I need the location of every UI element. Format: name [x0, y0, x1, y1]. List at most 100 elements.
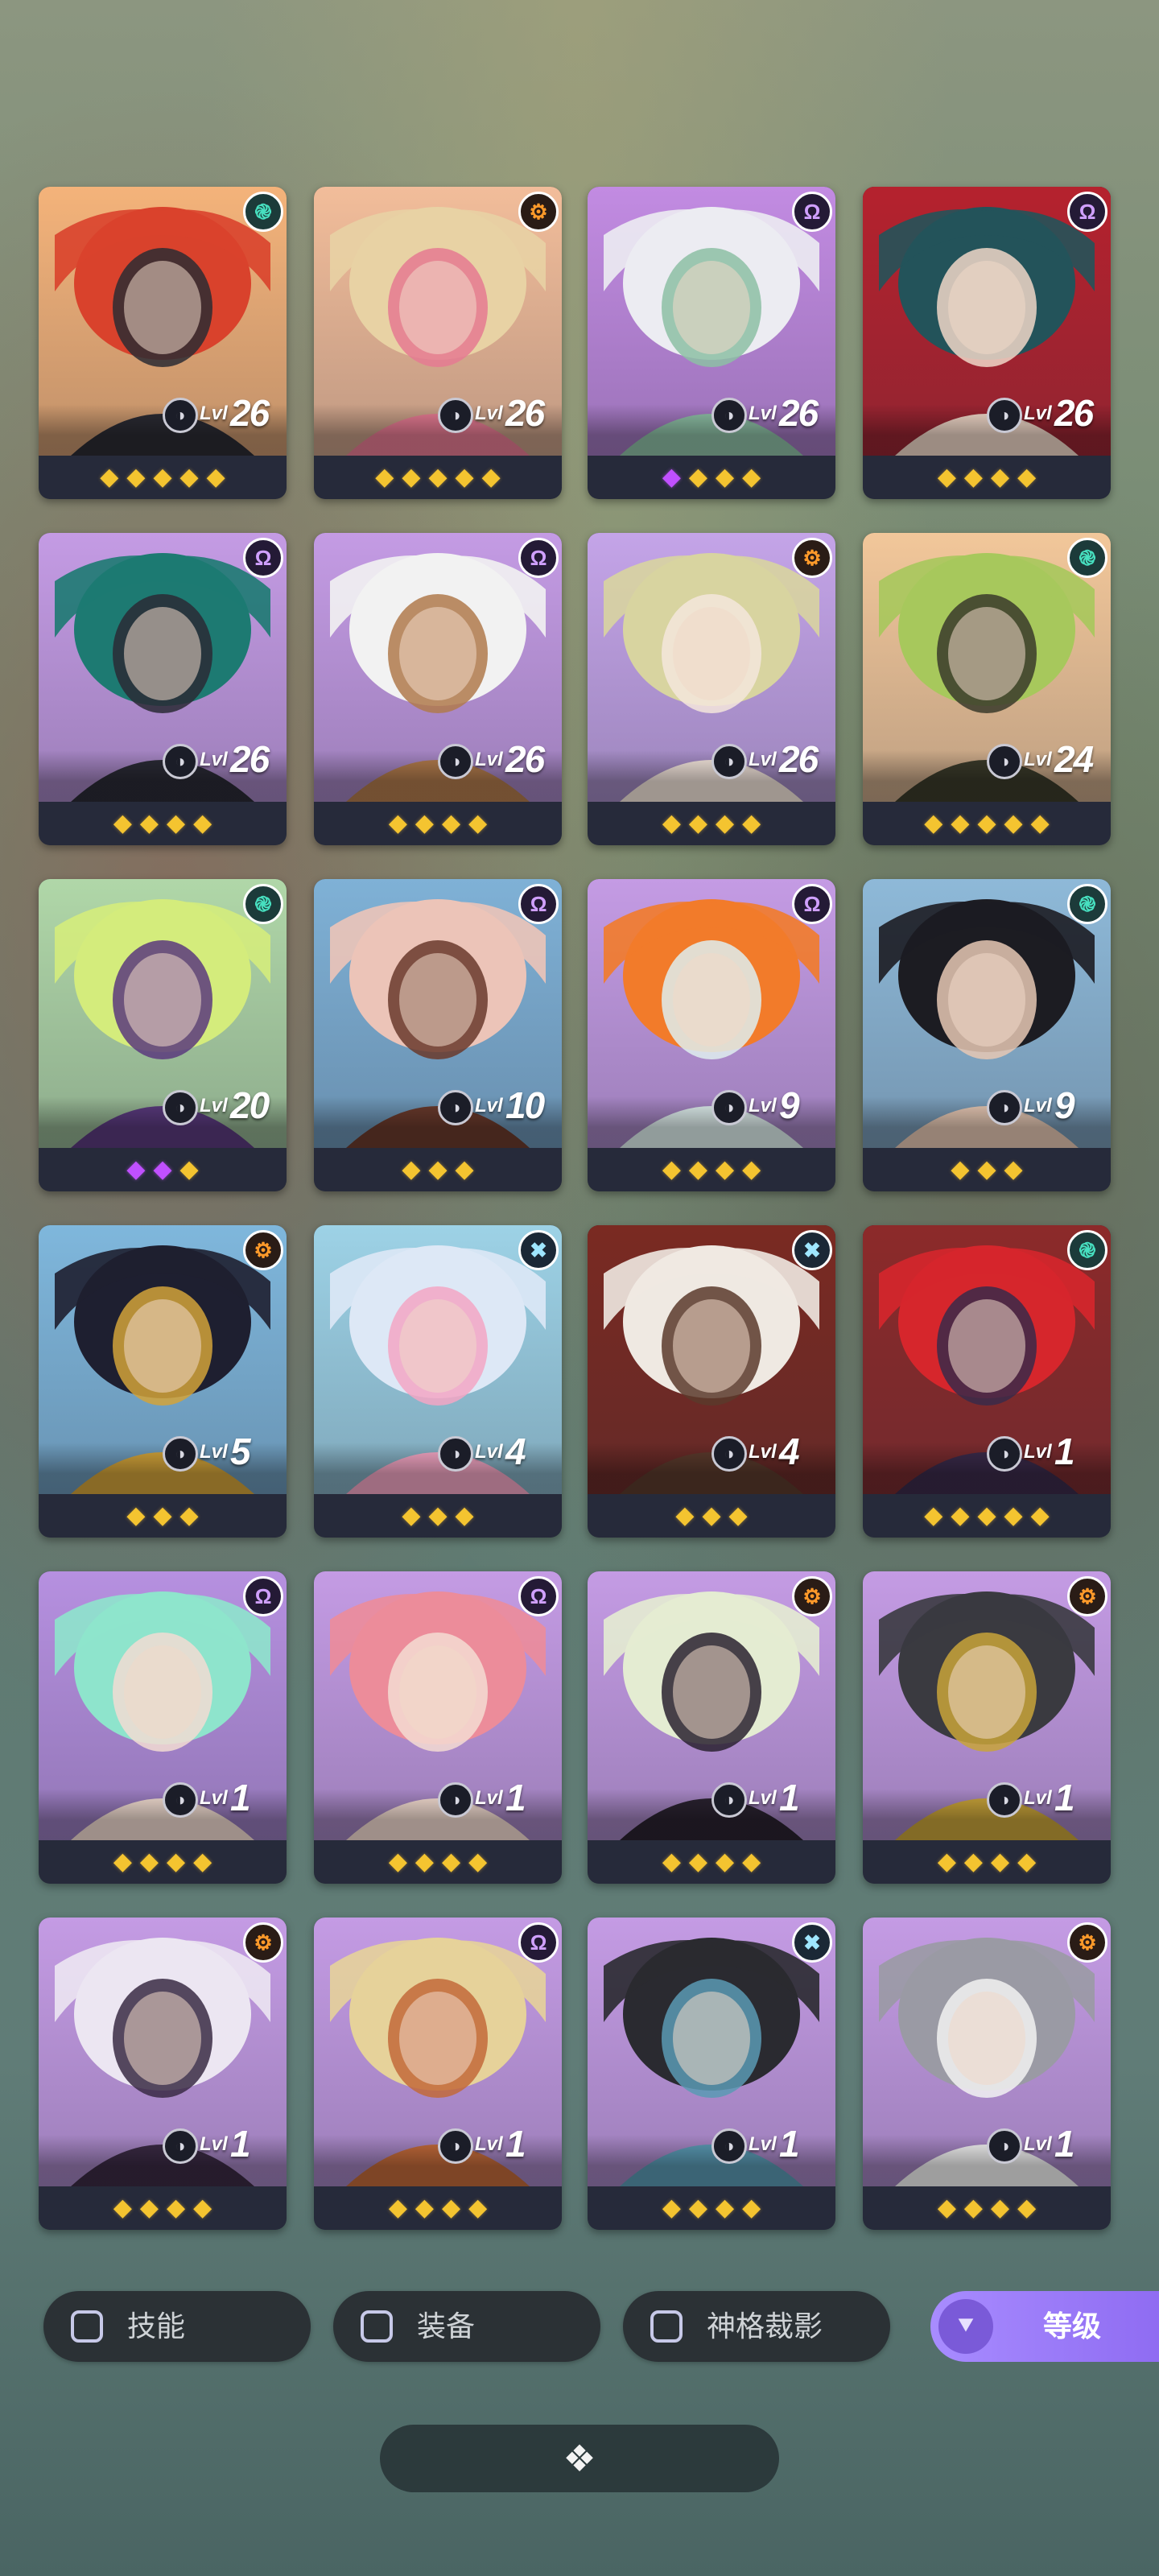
hero-card[interactable]: Ω ◑ Lvl 9 ◆ ◆ ◆ ◆: [588, 879, 835, 1191]
hero-card[interactable]: ✖ ◑ Lvl 4 ◆ ◆ ◆: [314, 1225, 562, 1538]
star-rating: ◆ ◆ ◆ ◆: [588, 1148, 835, 1191]
level-label: Lvl: [475, 1787, 503, 1809]
gold-gem-icon: ◆: [442, 810, 461, 836]
skill-slot-icon: ◑: [987, 2128, 1022, 2164]
omega-icon: Ω: [792, 884, 832, 924]
filter-skill-label: 技能: [127, 2310, 186, 2343]
gold-gem-icon: ◆: [977, 1502, 996, 1529]
star-rating: ◆ ◆ ◆ ◆: [588, 1840, 835, 1884]
skill-slot-icon: ◑: [163, 1782, 198, 1818]
hero-card[interactable]: Ω ◑ Lvl 1 ◆ ◆ ◆ ◆: [314, 1571, 562, 1884]
hero-card[interactable]: ֎ ◑ Lvl 26 ◆ ◆ ◆ ◆ ◆: [39, 187, 287, 499]
gold-gem-icon: ◆: [153, 1502, 172, 1529]
skill-slot-icon: ◑: [711, 1436, 747, 1472]
sort-by-level-button[interactable]: ⯆ 等级: [930, 2291, 1159, 2362]
gold-gem-icon: ◆: [991, 1848, 1010, 1875]
level-value: 9: [1054, 1084, 1075, 1126]
skill-slot-icon: ◑: [163, 398, 198, 433]
level-value: 1: [779, 1777, 800, 1818]
hero-card[interactable]: Ω ◑ Lvl 1 ◆ ◆ ◆ ◆: [314, 1918, 562, 2230]
checkbox-icon[interactable]: [650, 2310, 683, 2343]
filter-equipment[interactable]: 装备: [333, 2291, 600, 2362]
gold-gem-icon: ◆: [1030, 810, 1050, 836]
hero-card[interactable]: ֎ ◑ Lvl 24 ◆ ◆ ◆ ◆ ◆: [863, 533, 1111, 845]
hero-card[interactable]: Ω ◑ Lvl 1 ◆ ◆ ◆ ◆: [39, 1571, 287, 1884]
star-rating: ◆ ◆ ◆ ◆ ◆: [39, 456, 287, 499]
gold-gem-icon: ◆: [415, 810, 434, 836]
double-chevron-down-icon: ⯆: [938, 2299, 993, 2354]
gold-gem-icon: ◆: [688, 464, 707, 490]
gold-gem-icon: ◆: [977, 1156, 996, 1183]
level-value: 26: [505, 392, 545, 434]
gold-gem-icon: ◆: [937, 1848, 956, 1875]
gold-gem-icon: ◆: [442, 2194, 461, 2221]
star-rating: ◆ ◆ ◆: [863, 1148, 1111, 1191]
checkbox-icon[interactable]: [71, 2310, 103, 2343]
collapse-bar[interactable]: ❖: [380, 2425, 779, 2492]
level-label: Lvl: [749, 402, 777, 424]
star-rating: ◆ ◆ ◆ ◆: [863, 1840, 1111, 1884]
hero-card[interactable]: Ω ◑ Lvl 26 ◆ ◆ ◆ ◆: [863, 187, 1111, 499]
hero-card[interactable]: ֎ ◑ Lvl 9 ◆ ◆ ◆: [863, 879, 1111, 1191]
gold-gem-icon: ◆: [742, 810, 761, 836]
gold-gem-icon: ◆: [388, 810, 407, 836]
filter-divinity-label: 神格裁影: [707, 2310, 823, 2343]
hero-card[interactable]: ⚙ ◑ Lvl 26 ◆ ◆ ◆ ◆ ◆: [314, 187, 562, 499]
filter-skill[interactable]: 技能: [43, 2291, 311, 2362]
gold-gem-icon: ◆: [193, 810, 212, 836]
level-value: 1: [230, 2123, 251, 2165]
hero-card[interactable]: ✖ ◑ Lvl 4 ◆ ◆ ◆: [588, 1225, 835, 1538]
omega-icon: Ω: [518, 1922, 559, 1963]
hero-card[interactable]: ⚙ ◑ Lvl 1 ◆ ◆ ◆ ◆: [588, 1571, 835, 1884]
skill-slot-icon: ◑: [163, 744, 198, 779]
gold-gem-icon: ◆: [375, 464, 394, 490]
hero-card[interactable]: ⚙ ◑ Lvl 1 ◆ ◆ ◆ ◆: [863, 1571, 1111, 1884]
purple-gem-icon: ◆: [126, 1156, 146, 1183]
hero-card[interactable]: ֎ ◑ Lvl 20 ◆ ◆ ◆: [39, 879, 287, 1191]
star-rating: ◆ ◆ ◆ ◆: [39, 802, 287, 845]
gold-gem-icon: ◆: [951, 1156, 970, 1183]
level-label: Lvl: [200, 2133, 228, 2155]
level-label: Lvl: [200, 402, 228, 424]
skill-slot-icon: ◑: [987, 1090, 1022, 1125]
level-value: 10: [505, 1084, 545, 1126]
gold-gem-icon: ◆: [179, 1156, 199, 1183]
hero-card[interactable]: ⚙ ◑ Lvl 1 ◆ ◆ ◆ ◆: [863, 1918, 1111, 2230]
hero-card[interactable]: Ω ◑ Lvl 10 ◆ ◆ ◆: [314, 879, 562, 1191]
skill-slot-icon: ◑: [987, 398, 1022, 433]
hero-card[interactable]: Ω ◑ Lvl 26 ◆ ◆ ◆ ◆: [314, 533, 562, 845]
filter-divinity[interactable]: 神格裁影: [623, 2291, 890, 2362]
level-label: Lvl: [475, 1095, 503, 1117]
gold-gem-icon: ◆: [688, 1156, 707, 1183]
gold-gem-icon: ◆: [455, 1156, 474, 1183]
gold-gem-icon: ◆: [662, 1848, 681, 1875]
hero-card[interactable]: Ω ◑ Lvl 26 ◆ ◆ ◆ ◆: [39, 533, 287, 845]
gold-gem-icon: ◆: [428, 464, 448, 490]
star-rating: ◆ ◆ ◆ ◆ ◆: [314, 456, 562, 499]
hero-card[interactable]: ⚙ ◑ Lvl 26 ◆ ◆ ◆ ◆: [588, 533, 835, 845]
hero-card[interactable]: ֎ ◑ Lvl 1 ◆ ◆ ◆ ◆ ◆: [863, 1225, 1111, 1538]
filter-equipment-label: 装备: [417, 2310, 476, 2343]
skill-slot-icon: ◑: [711, 2128, 747, 2164]
gold-gem-icon: ◆: [728, 1502, 748, 1529]
level-value: 1: [1054, 1430, 1075, 1472]
hero-card[interactable]: ✖ ◑ Lvl 1 ◆ ◆ ◆ ◆: [588, 1918, 835, 2230]
gold-gem-icon: ◆: [742, 2194, 761, 2221]
hero-card[interactable]: ⚙ ◑ Lvl 1 ◆ ◆ ◆ ◆: [39, 1918, 287, 2230]
gold-gem-icon: ◆: [1004, 1502, 1023, 1529]
level-label: Lvl: [1024, 402, 1052, 424]
gold-gem-icon: ◆: [924, 810, 943, 836]
level-label: Lvl: [749, 2133, 777, 2155]
checkbox-icon[interactable]: [361, 2310, 393, 2343]
skill-slot-icon: ◑: [438, 1090, 473, 1125]
hero-card[interactable]: Ω ◑ Lvl 26 ◆ ◆ ◆ ◆: [588, 187, 835, 499]
level-label: Lvl: [749, 749, 777, 770]
level-label: Lvl: [1024, 1095, 1052, 1117]
gold-gem-icon: ◆: [126, 1502, 146, 1529]
gold-gem-icon: ◆: [468, 810, 488, 836]
hero-card[interactable]: ⚙ ◑ Lvl 5 ◆ ◆ ◆: [39, 1225, 287, 1538]
gold-gem-icon: ◆: [481, 464, 501, 490]
star-rating: ◆ ◆ ◆ ◆: [314, 802, 562, 845]
skill-slot-icon: ◑: [987, 1782, 1022, 1818]
gear-icon: ⚙: [243, 1922, 283, 1963]
